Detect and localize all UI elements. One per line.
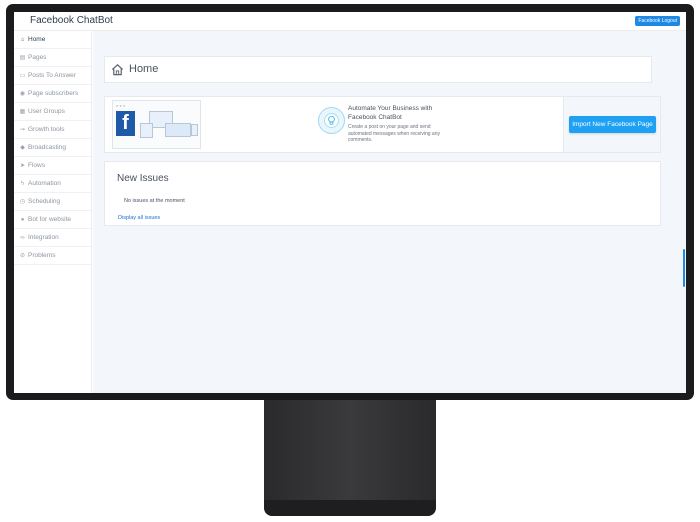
import-button-area: Import New Facebook Page <box>563 97 660 152</box>
scrollbar[interactable] <box>683 249 685 287</box>
monitor-stand <box>264 400 436 500</box>
sidebar-item-label: Bot for website <box>28 216 71 223</box>
issues-empty-text: No issues at the moment <box>124 198 185 204</box>
home-header-card: Home <box>104 56 652 83</box>
sidebar: ⌂ Home ▤ Pages ▭ Posts To Answer ◉ Page subscri… <box>14 31 92 393</box>
sidebar-item-label: Broadcasting <box>28 144 66 151</box>
automate-description: Create a post on your page and send auto… <box>348 124 440 143</box>
sidebar-item-growth-tools[interactable]: ⇝ Growth tools <box>14 121 91 139</box>
laptop-illustration <box>165 123 191 137</box>
sidebar-item-label: Problems <box>28 252 56 259</box>
sidebar-item-home[interactable]: ⌂ Home <box>14 31 91 49</box>
sidebar-item-label: Page subscribers <box>28 90 79 97</box>
screen: Facebook ChatBot Facebook Logout ⌂ Home ▤ P… <box>14 12 686 393</box>
issues-title: New Issues <box>117 173 169 184</box>
pages-icon: ▤ <box>19 55 26 61</box>
window-dots-icon: ●●● <box>116 103 127 108</box>
automation-icon: ϟ <box>20 180 25 187</box>
sidebar-item-automation[interactable]: ϟ Automation <box>14 175 91 193</box>
sidebar-item-broadcasting[interactable]: ◆ Broadcasting <box>14 139 91 157</box>
sidebar-item-label: Automation <box>28 180 61 187</box>
sidebar-item-label: Pages <box>28 54 47 61</box>
home-icon: ⌂ <box>20 36 25 43</box>
sidebar-item-user-groups[interactable]: ▦ User Groups <box>14 103 91 121</box>
monitor-frame: Facebook ChatBot Facebook Logout ⌂ Home ▤ P… <box>6 4 694 400</box>
main-content: Home ●●● f Automate Your Business with F… <box>93 31 686 393</box>
integration-icon: ∞ <box>20 234 25 241</box>
bot-icon: ● <box>20 216 25 223</box>
sidebar-item-scheduling[interactable]: ◷ Scheduling <box>14 193 91 211</box>
sidebar-item-integration[interactable]: ∞ Integration <box>14 229 91 247</box>
sidebar-item-posts-to-answer[interactable]: ▭ Posts To Answer <box>14 67 91 85</box>
import-facebook-page-button[interactable]: Import New Facebook Page <box>569 116 656 133</box>
sidebar-item-label: User Groups <box>28 108 65 115</box>
home-icon <box>111 64 124 76</box>
monitor-base <box>264 500 436 516</box>
lightbulb-icon <box>318 107 345 134</box>
sidebar-item-label: Scheduling <box>28 198 61 205</box>
tablet-illustration <box>140 123 153 138</box>
app-title: Facebook ChatBot <box>30 15 113 26</box>
flows-icon: ➤ <box>19 163 26 169</box>
sidebar-item-problems[interactable]: ⊘ Problems <box>14 247 91 265</box>
sidebar-item-label: Home <box>28 36 46 43</box>
issues-card: New Issues No issues at the moment Displ… <box>104 161 661 226</box>
problems-icon: ⊘ <box>19 253 26 259</box>
posts-icon: ▭ <box>19 73 26 79</box>
facebook-logout-button[interactable]: Facebook Logout <box>635 16 680 26</box>
scheduling-icon: ◷ <box>19 199 26 205</box>
facebook-illustration: ●●● f <box>112 100 201 149</box>
phone-illustration <box>191 124 198 136</box>
top-bar: Facebook ChatBot Facebook Logout <box>14 12 686 31</box>
sidebar-item-label: Flows <box>28 162 45 169</box>
sidebar-item-bot-for-website[interactable]: ● Bot for website <box>14 211 91 229</box>
sidebar-item-label: Growth tools <box>28 126 65 133</box>
automate-title: Automate Your Business with Facebook Cha… <box>348 105 433 121</box>
display-all-issues-link[interactable]: Display all issues <box>118 215 160 221</box>
sidebar-item-label: Integration <box>28 234 59 241</box>
sidebar-item-pages[interactable]: ▤ Pages <box>14 49 91 67</box>
sidebar-item-page-subscribers[interactable]: ◉ Page subscribers <box>14 85 91 103</box>
page-title: Home <box>129 63 159 75</box>
sidebar-item-label: Posts To Answer <box>28 72 76 79</box>
user-groups-icon: ▦ <box>19 109 26 115</box>
sidebar-item-flows[interactable]: ➤ Flows <box>14 157 91 175</box>
subscribers-icon: ◉ <box>19 91 26 97</box>
facebook-logo-icon: f <box>116 111 135 136</box>
broadcasting-icon: ◆ <box>20 145 25 151</box>
automate-card: ●●● f Automate Your Business with Facebo… <box>104 96 661 153</box>
growth-tools-icon: ⇝ <box>19 127 26 133</box>
